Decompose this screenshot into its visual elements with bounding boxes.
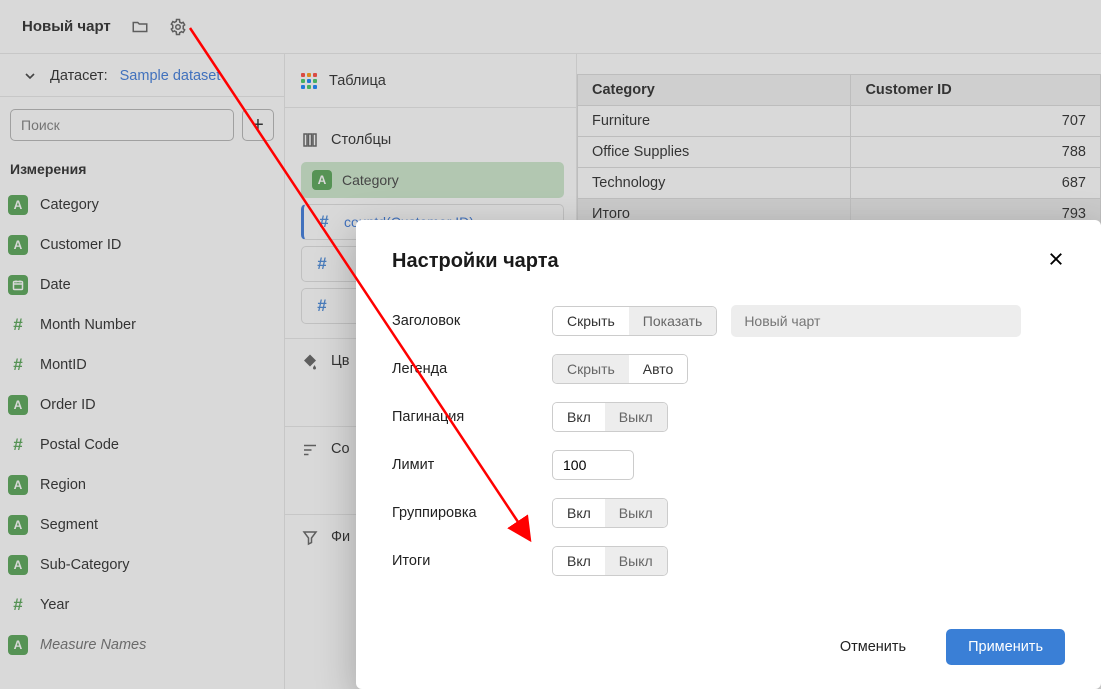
dialog-title: Настройки чарта: [392, 250, 559, 273]
row-header: Заголовок Скрыть Показать: [392, 297, 1065, 345]
label-totals: Итоги: [392, 553, 552, 569]
opt-totals-off[interactable]: Выкл: [605, 547, 667, 575]
chart-settings-dialog: Настройки чарта Заголовок Скрыть Показат…: [356, 220, 1101, 689]
opt-totals-on[interactable]: Вкл: [553, 547, 605, 575]
apply-button[interactable]: Применить: [946, 629, 1065, 665]
title-input[interactable]: [731, 305, 1021, 337]
seg-pagination: Вкл Выкл: [552, 402, 668, 432]
label-grouping: Группировка: [392, 505, 552, 521]
cancel-button[interactable]: Отменить: [818, 629, 928, 665]
row-totals: Итоги Вкл Выкл: [392, 537, 1065, 585]
row-grouping: Группировка Вкл Выкл: [392, 489, 1065, 537]
label-limit: Лимит: [392, 457, 552, 473]
row-pagination: Пагинация Вкл Выкл: [392, 393, 1065, 441]
opt-pagination-off[interactable]: Выкл: [605, 403, 667, 431]
row-legend: Легенда Скрыть Авто: [392, 345, 1065, 393]
opt-legend-hide[interactable]: Скрыть: [553, 355, 629, 383]
close-icon[interactable]: [1047, 250, 1065, 273]
label-legend: Легенда: [392, 361, 552, 377]
opt-header-show[interactable]: Показать: [629, 307, 717, 335]
opt-pagination-on[interactable]: Вкл: [553, 403, 605, 431]
seg-legend: Скрыть Авто: [552, 354, 688, 384]
opt-grouping-on[interactable]: Вкл: [553, 499, 605, 527]
seg-totals: Вкл Выкл: [552, 546, 668, 576]
opt-header-hide[interactable]: Скрыть: [553, 307, 629, 335]
seg-header: Скрыть Показать: [552, 306, 717, 336]
label-pagination: Пагинация: [392, 409, 552, 425]
opt-legend-auto[interactable]: Авто: [629, 355, 688, 383]
row-limit: Лимит: [392, 441, 1065, 489]
opt-grouping-off[interactable]: Выкл: [605, 499, 667, 527]
limit-input[interactable]: [552, 450, 634, 480]
label-title: Заголовок: [392, 313, 552, 329]
seg-grouping: Вкл Выкл: [552, 498, 668, 528]
